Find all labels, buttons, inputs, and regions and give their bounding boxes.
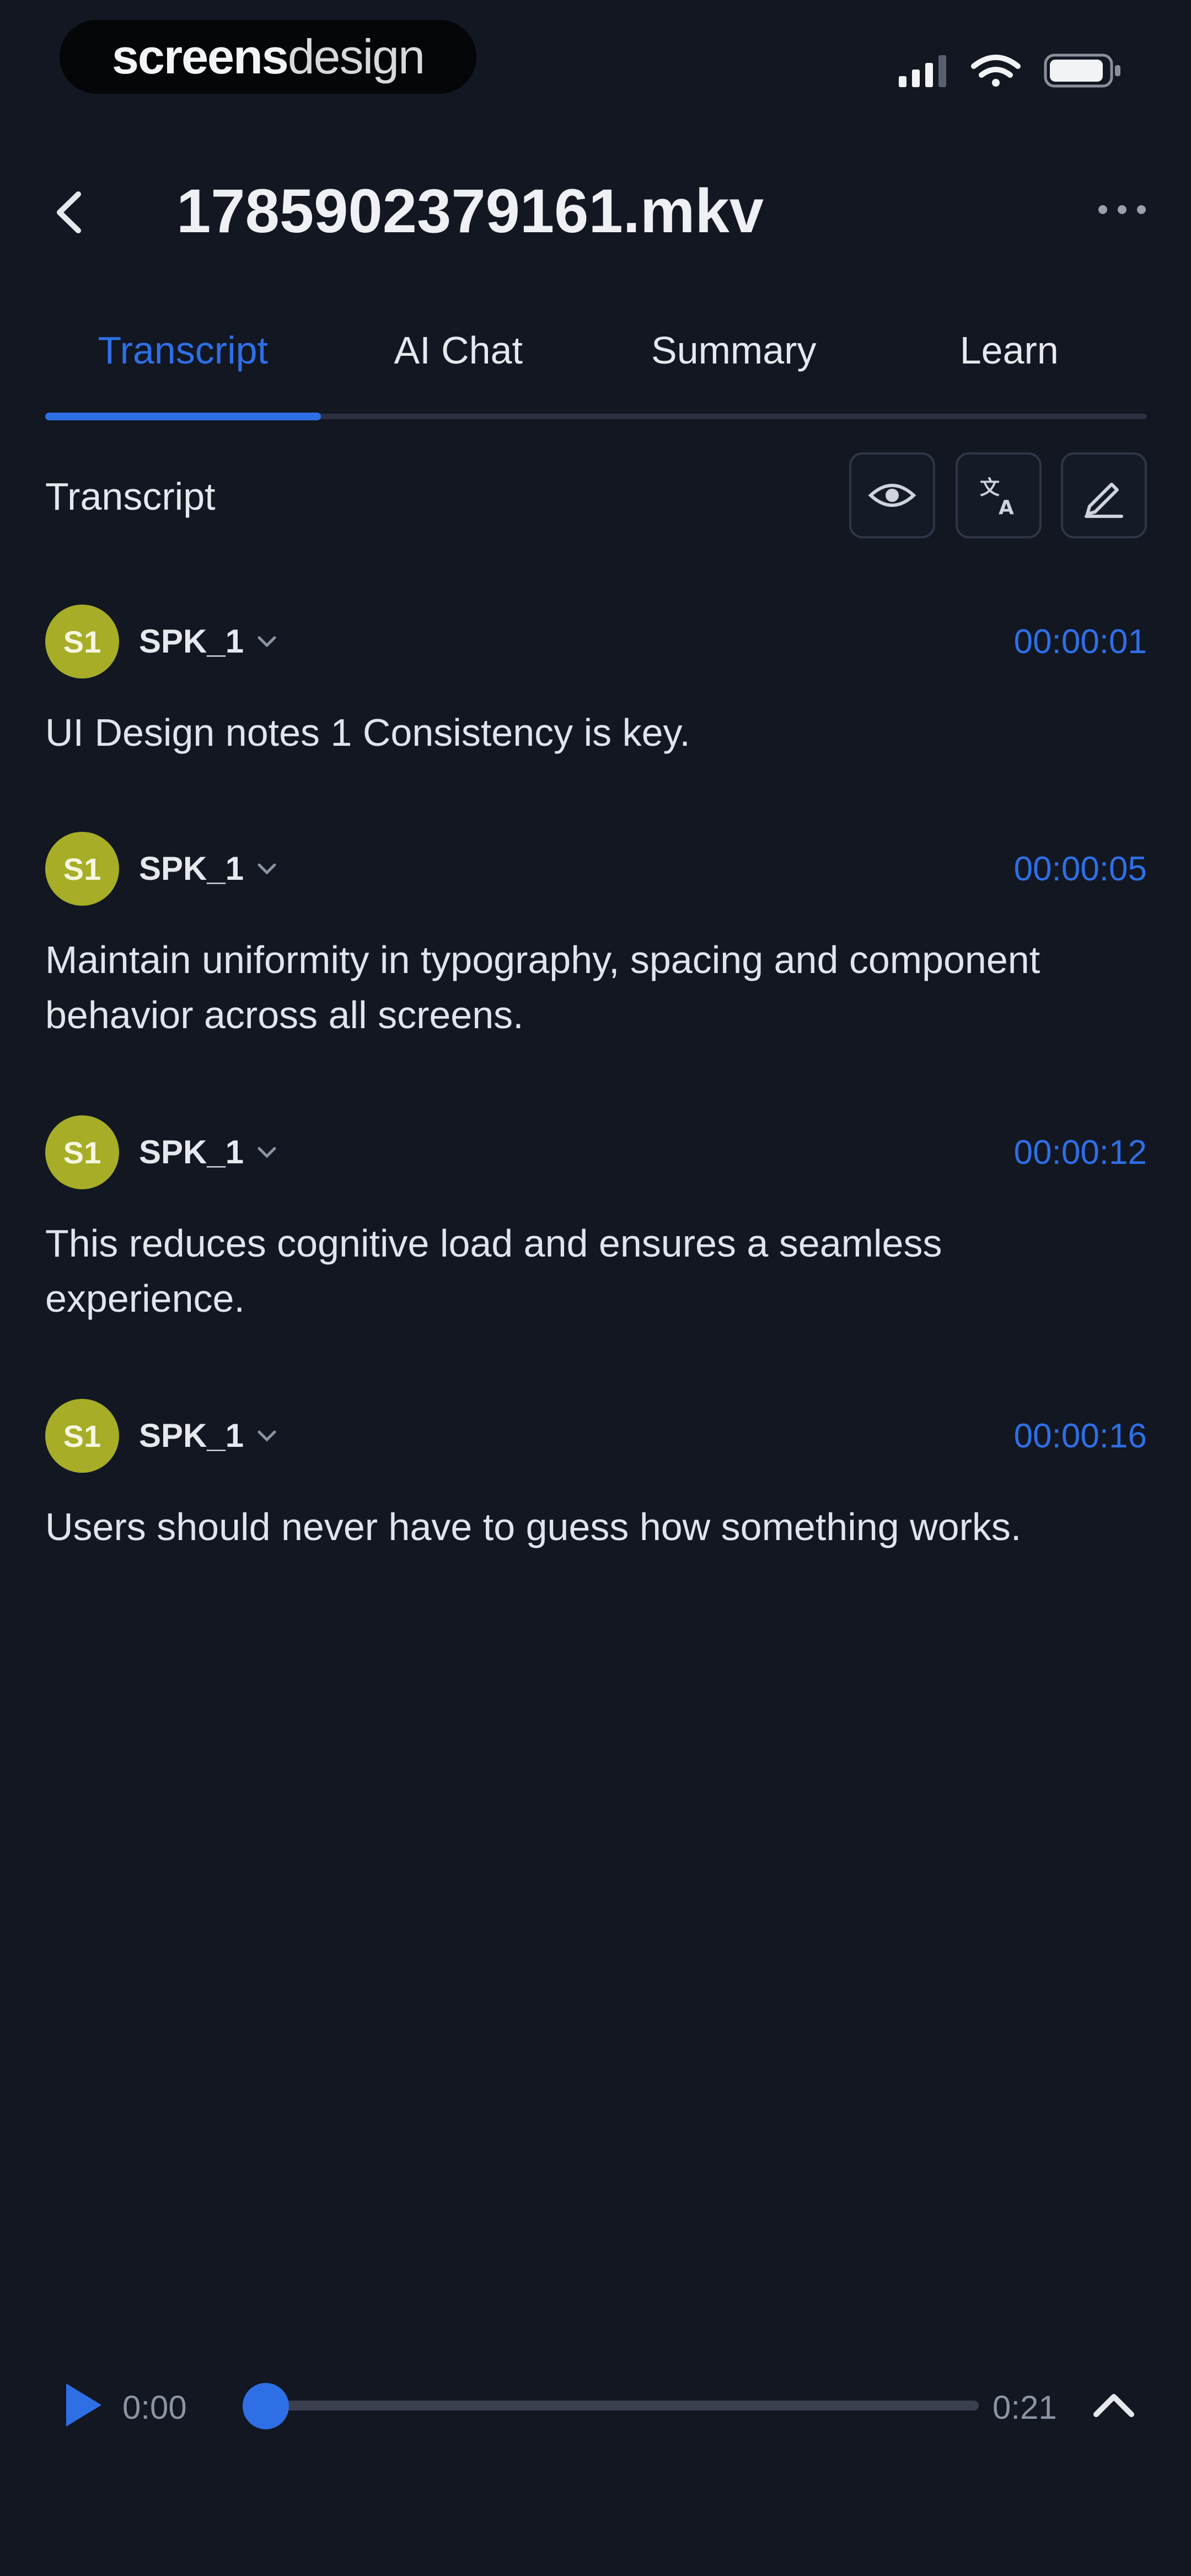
tab-transcript[interactable]: Transcript — [45, 309, 321, 392]
translate-icon: 文 A — [980, 477, 1014, 519]
back-button[interactable] — [33, 177, 105, 248]
progress-thumb[interactable] — [243, 2383, 289, 2429]
tab-learn[interactable]: Learn — [872, 309, 1147, 392]
svg-text:文: 文 — [980, 477, 1000, 499]
speaker-selector[interactable]: SPK_1 — [139, 622, 278, 660]
chevron-down-icon — [257, 1430, 276, 1442]
speaker-name: SPK_1 — [139, 1134, 244, 1171]
transcript-text: Maintain uniformity in typography, spaci… — [45, 938, 1040, 1036]
file-title: 1785902379161.mkv — [176, 177, 764, 245]
speaker-selector[interactable]: SPK_1 — [139, 1133, 278, 1171]
speaker-avatar: S1 — [45, 832, 119, 906]
status-icons — [893, 47, 1125, 92]
play-button[interactable] — [55, 2377, 110, 2433]
svg-text:A: A — [999, 496, 1014, 519]
more-horizontal-icon — [1098, 205, 1146, 214]
section-title: Transcript — [45, 475, 216, 518]
transcript-text: Users should never have to guess how som… — [45, 1505, 1022, 1548]
progress-slider[interactable] — [265, 2401, 979, 2411]
chevron-up-icon — [1093, 2394, 1134, 2417]
transcript-text: This reduces cognitive load and ensures … — [45, 1222, 942, 1320]
chevron-left-icon — [57, 191, 81, 233]
speaker-avatar: S1 — [45, 1115, 119, 1189]
timestamp-link[interactable]: 00:00:16 — [1014, 1417, 1147, 1456]
eye-icon — [868, 484, 916, 507]
speaker-name: SPK_1 — [139, 850, 244, 887]
speaker-selector[interactable]: SPK_1 — [139, 849, 278, 888]
chevron-down-icon — [257, 863, 276, 875]
transcript-entry: S1 SPK_1 00:00:12 This reduces cognitive… — [45, 1115, 1147, 1326]
timestamp-link[interactable]: 00:00:01 — [1014, 622, 1147, 661]
timestamp-link[interactable]: 00:00:05 — [1014, 849, 1147, 889]
brand-badge: screensdesign — [60, 20, 476, 94]
expand-player-button[interactable] — [1081, 2375, 1147, 2435]
chevron-down-icon — [257, 636, 276, 648]
total-time: 0:21 — [993, 2389, 1057, 2426]
edit-button[interactable] — [1061, 452, 1147, 538]
timestamp-link[interactable]: 00:00:12 — [1014, 1133, 1147, 1172]
active-tab-indicator — [45, 413, 321, 420]
wifi-icon — [971, 55, 1021, 87]
tab-ai-chat[interactable]: AI Chat — [321, 309, 597, 392]
transcript-entry: S1 SPK_1 00:00:01 UI Design notes 1 Cons… — [45, 605, 1147, 760]
cellular-signal-icon — [899, 55, 946, 87]
tab-bar: Transcript AI Chat Summary Learn — [45, 309, 1147, 419]
speaker-name: SPK_1 — [139, 1417, 244, 1454]
view-toggle-button[interactable] — [849, 452, 935, 538]
brand-logo: screensdesign — [111, 29, 425, 84]
transcript-entry: S1 SPK_1 00:00:16 Users should never hav… — [45, 1399, 1147, 1554]
play-icon — [66, 2383, 101, 2427]
speaker-avatar: S1 — [45, 1399, 119, 1473]
translate-button[interactable]: 文 A — [956, 452, 1042, 538]
speaker-avatar: S1 — [45, 605, 119, 678]
edit-icon — [1085, 483, 1123, 518]
speaker-name: SPK_1 — [139, 623, 244, 660]
transcript-entry: S1 SPK_1 00:00:05 Maintain uniformity in… — [45, 832, 1147, 1043]
transcript-text: UI Design notes 1 Consistency is key. — [45, 711, 690, 754]
speaker-selector[interactable]: SPK_1 — [139, 1417, 278, 1455]
battery-icon — [1044, 54, 1120, 88]
chevron-down-icon — [257, 1147, 276, 1158]
tab-summary[interactable]: Summary — [596, 309, 872, 392]
current-time: 0:00 — [122, 2389, 187, 2426]
more-options-button[interactable] — [1081, 182, 1163, 237]
